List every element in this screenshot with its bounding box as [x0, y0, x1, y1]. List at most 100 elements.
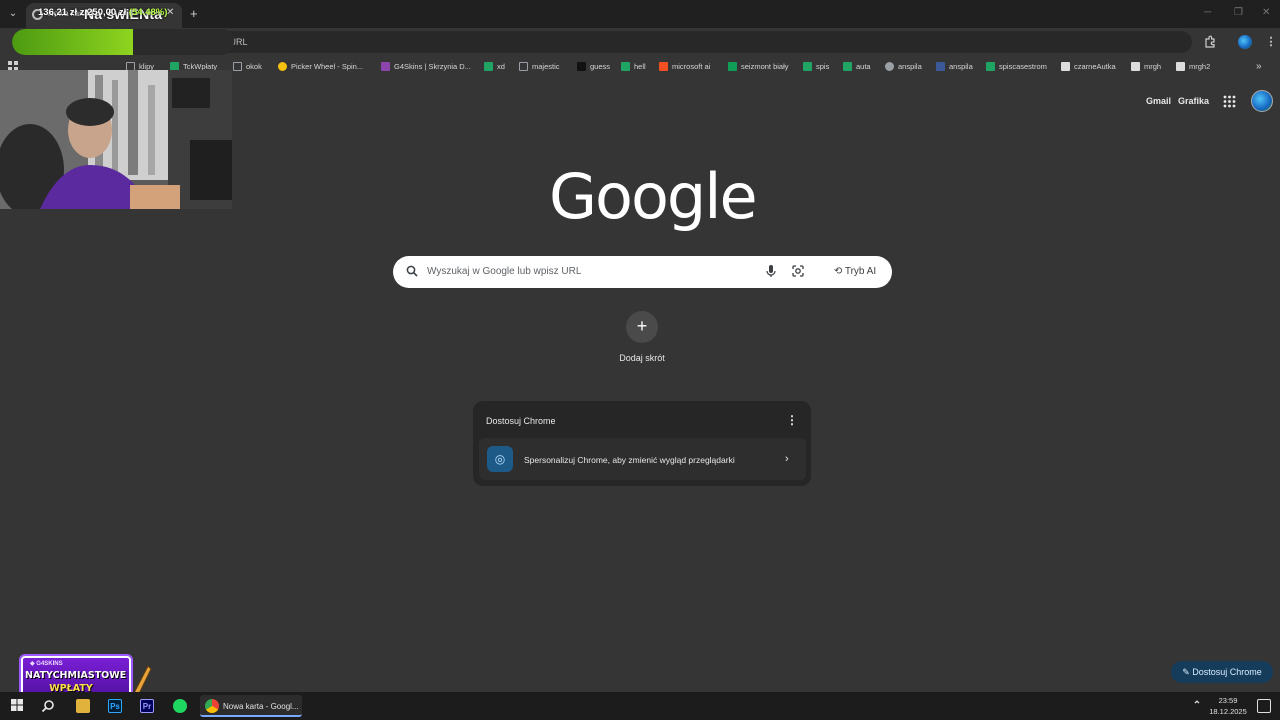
- sheet-green-icon: [728, 62, 737, 71]
- bookmark-17[interactable]: mrgh: [1131, 61, 1161, 72]
- n-icon: [577, 62, 586, 71]
- bookmark-7[interactable]: guess: [577, 61, 610, 72]
- bookmark-15[interactable]: spiscasestrom: [986, 61, 1047, 72]
- bookmark-label: auta: [856, 62, 871, 71]
- doc-icon: [1061, 62, 1070, 71]
- ai-mode-label: Tryb AI: [844, 266, 877, 277]
- diamond-icon: [1131, 62, 1140, 71]
- search-input[interactable]: [427, 266, 757, 277]
- bookmark-14[interactable]: anspila: [936, 61, 973, 72]
- minimize-icon[interactable]: ─: [1204, 7, 1211, 18]
- notifications-icon[interactable]: [1257, 699, 1271, 713]
- maximize-icon[interactable]: ❐: [1234, 7, 1243, 18]
- sheets-icon: [986, 62, 995, 71]
- add-shortcut-label[interactable]: Dodaj skrót: [600, 353, 684, 363]
- bookmark-label: okok: [246, 62, 262, 71]
- images-link[interactable]: Grafika: [1178, 96, 1209, 106]
- folder-icon: [233, 62, 242, 71]
- bookmark-label: anspila: [949, 62, 973, 71]
- file-explorer-icon[interactable]: [76, 699, 90, 713]
- bookmark-13[interactable]: anspila: [885, 61, 922, 72]
- menu-kebab-icon[interactable]: ⋮: [1264, 35, 1278, 49]
- taskbar: [0, 692, 1280, 720]
- profile-avatar-icon[interactable]: [1238, 35, 1252, 49]
- donation-goal-fill: [12, 29, 133, 55]
- microsoft-icon: [659, 62, 668, 71]
- goal-current: 136,21 zł: [38, 7, 78, 18]
- card-menu-icon[interactable]: ⋮: [786, 413, 798, 427]
- google-apps-icon[interactable]: [1223, 95, 1236, 108]
- bookmark-label: mrgh: [1144, 62, 1162, 71]
- bookmark-9[interactable]: microsoft ai: [659, 61, 710, 72]
- search-icon: [406, 264, 418, 277]
- bookmark-label: Picker Wheel - Spin...: [291, 62, 364, 71]
- bookmark-label: anspila: [898, 62, 922, 71]
- sheets-icon: [843, 62, 852, 71]
- microphone-icon[interactable]: [765, 264, 777, 278]
- gmail-link[interactable]: Gmail: [1146, 96, 1171, 106]
- bookmark-label: guess: [590, 62, 611, 71]
- photoshop-icon[interactable]: Ps: [108, 699, 122, 713]
- bookmark-label: hell: [634, 62, 646, 71]
- bookmark-label: G4Skins | Skrzynia D...: [394, 62, 471, 71]
- bookmark-label: majestic: [532, 62, 560, 71]
- chevron-right-icon[interactable]: ›: [785, 453, 789, 465]
- close-window-icon[interactable]: ✕: [1262, 7, 1270, 18]
- bookmark-label: spiscasestrom: [999, 62, 1047, 71]
- bookmark-11[interactable]: spis: [803, 61, 829, 72]
- pencil-icon: ✎: [1182, 667, 1193, 677]
- donation-goal-text: 136,21 zł z 250,00 zł (54.48%): [38, 7, 167, 18]
- palette-icon: ◎: [487, 446, 513, 472]
- spotify-icon[interactable]: [173, 699, 187, 713]
- bookmark-label: spis: [816, 62, 830, 71]
- triangle-icon: [1176, 62, 1185, 71]
- premiere-pro-icon[interactable]: Pr: [140, 699, 154, 713]
- folder-icon: [519, 62, 528, 71]
- bookmark-label: seizmont biały: [741, 62, 789, 71]
- tray-chevron-up-icon[interactable]: ⌃: [1190, 699, 1204, 713]
- card-title: Dostosuj Chrome: [486, 416, 556, 426]
- more-bookmarks-icon[interactable]: »: [1256, 61, 1262, 72]
- sheets-icon: [484, 62, 493, 71]
- bookmark-4[interactable]: G4Skins | Skrzynia D...: [381, 61, 471, 72]
- r-icon: [936, 62, 945, 71]
- new-tab-button[interactable]: +: [190, 6, 198, 21]
- bookmark-label: xd: [497, 62, 505, 71]
- bookmark-label: czarneAutka: [1074, 62, 1116, 71]
- globe-icon: [885, 62, 894, 71]
- g4skins-icon: [381, 62, 390, 71]
- bookmark-16[interactable]: czarneAutka: [1061, 61, 1116, 72]
- goal-separator: z: [79, 7, 85, 18]
- chrome-icon: [205, 699, 219, 713]
- customize-chrome-button[interactable]: ✎ Dostosuj Chrome: [1171, 661, 1273, 683]
- bookmark-5[interactable]: xd: [484, 61, 505, 72]
- ai-mode-button[interactable]: ⟲ Tryb AI: [824, 261, 886, 283]
- bookmark-3[interactable]: Picker Wheel - Spin...: [278, 61, 363, 72]
- personalize-chrome-label[interactable]: Spersonalizuj Chrome, aby zmienić wygląd…: [524, 455, 735, 465]
- bookmark-10[interactable]: seizmont biały: [728, 61, 789, 72]
- tab-search-chevron-icon[interactable]: ⌄: [4, 5, 22, 23]
- goal-percent: (54.48%): [128, 7, 168, 18]
- goal-target: 250,00 zł: [87, 7, 127, 18]
- windows-start-icon[interactable]: [10, 699, 24, 713]
- clock-date[interactable]: 18.12.2025: [1204, 707, 1252, 716]
- clock-time[interactable]: 23:59: [1208, 696, 1248, 705]
- bookmark-18[interactable]: mrgh2: [1176, 61, 1210, 72]
- customize-chrome-label: Dostosuj Chrome: [1192, 667, 1262, 677]
- google-lens-icon[interactable]: [791, 264, 805, 278]
- bookmark-12[interactable]: auta: [843, 61, 871, 72]
- donation-goal-bar: [12, 29, 234, 55]
- bookmark-2[interactable]: okok: [233, 61, 262, 72]
- sheets-icon: [621, 62, 630, 71]
- account-avatar[interactable]: [1251, 90, 1273, 112]
- bookmark-label: microsoft ai: [672, 62, 711, 71]
- promo-line-1: NATYCHMIASTOWE: [25, 670, 127, 681]
- extensions-icon[interactable]: [1203, 35, 1217, 49]
- webcam-overlay: [0, 70, 232, 209]
- taskbar-search-icon[interactable]: [41, 699, 55, 713]
- taskbar-chrome-label: Nowa karta - Googl...: [223, 702, 299, 711]
- ai-mode-sparkle-icon: ⟲: [833, 266, 845, 277]
- bookmark-6[interactable]: majestic: [519, 61, 560, 72]
- bookmark-8[interactable]: hell: [621, 61, 646, 72]
- add-shortcut-button[interactable]: +: [626, 311, 658, 343]
